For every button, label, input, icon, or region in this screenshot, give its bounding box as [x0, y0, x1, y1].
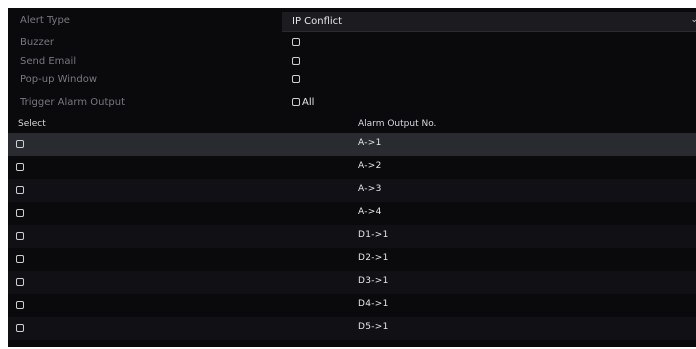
column-header-select: Select: [18, 119, 46, 129]
trigger-alarm-row: Trigger Alarm Output All: [8, 94, 696, 112]
send-email-label: Send Email: [20, 56, 77, 67]
send-email-checkbox[interactable]: [292, 57, 300, 65]
trigger-all-label: All: [302, 97, 315, 108]
alarm-output-no: D4->1: [358, 299, 389, 309]
table-row[interactable]: A->2: [8, 156, 696, 179]
table-row[interactable]: D5->1: [8, 317, 696, 340]
alert-type-value: IP Conflict: [292, 16, 343, 27]
row-checkbox[interactable]: [16, 140, 24, 148]
row-checkbox[interactable]: [16, 163, 24, 171]
popup-window-label: Pop-up Window: [20, 74, 98, 85]
trigger-all-checkbox[interactable]: [292, 98, 300, 106]
send-email-row: Send Email: [8, 53, 696, 71]
popup-window-checkbox[interactable]: [292, 75, 300, 83]
table-row[interactable]: D1->1: [8, 225, 696, 248]
table-row[interactable]: D2->1: [8, 248, 696, 271]
trigger-alarm-label: Trigger Alarm Output: [20, 97, 126, 108]
alarm-output-no: A->3: [358, 184, 382, 194]
row-checkbox[interactable]: [16, 301, 24, 309]
alert-type-select[interactable]: IP Conflict ⌄: [282, 12, 696, 32]
table-row[interactable]: A->4: [8, 202, 696, 225]
table-row[interactable]: A->3: [8, 179, 696, 202]
row-checkbox[interactable]: [16, 324, 24, 332]
table-row[interactable]: D3->1: [8, 271, 696, 294]
alert-type-row: Alert Type IP Conflict ⌄: [8, 12, 696, 32]
popup-window-row: Pop-up Window: [8, 71, 696, 89]
alarm-output-no: D1->1: [358, 230, 389, 240]
table-row[interactable]: D4->1: [8, 294, 696, 317]
alarm-settings-panel: Alert Type IP Conflict ⌄ Buzzer Send Ema…: [8, 8, 696, 347]
row-checkbox[interactable]: [16, 255, 24, 263]
row-checkbox[interactable]: [16, 232, 24, 240]
buzzer-row: Buzzer: [8, 34, 696, 52]
row-checkbox[interactable]: [16, 209, 24, 217]
table-header: Select Alarm Output No.: [8, 115, 696, 133]
alarm-output-no: D2->1: [358, 253, 389, 263]
alarm-output-no: A->4: [358, 207, 382, 217]
column-header-alarm-output: Alarm Output No.: [358, 119, 437, 129]
alarm-output-no: A->1: [358, 138, 382, 148]
table-row[interactable]: A->1: [8, 133, 696, 156]
alarm-output-no: D3->1: [358, 276, 389, 286]
row-checkbox[interactable]: [16, 278, 24, 286]
alarm-output-no: A->2: [358, 161, 382, 171]
alarm-output-no: D5->1: [358, 322, 389, 332]
alert-type-label: Alert Type: [20, 15, 70, 26]
chevron-down-icon: ⌄: [690, 15, 696, 25]
buzzer-label: Buzzer: [20, 37, 54, 48]
row-checkbox[interactable]: [16, 186, 24, 194]
buzzer-checkbox[interactable]: [292, 38, 300, 46]
